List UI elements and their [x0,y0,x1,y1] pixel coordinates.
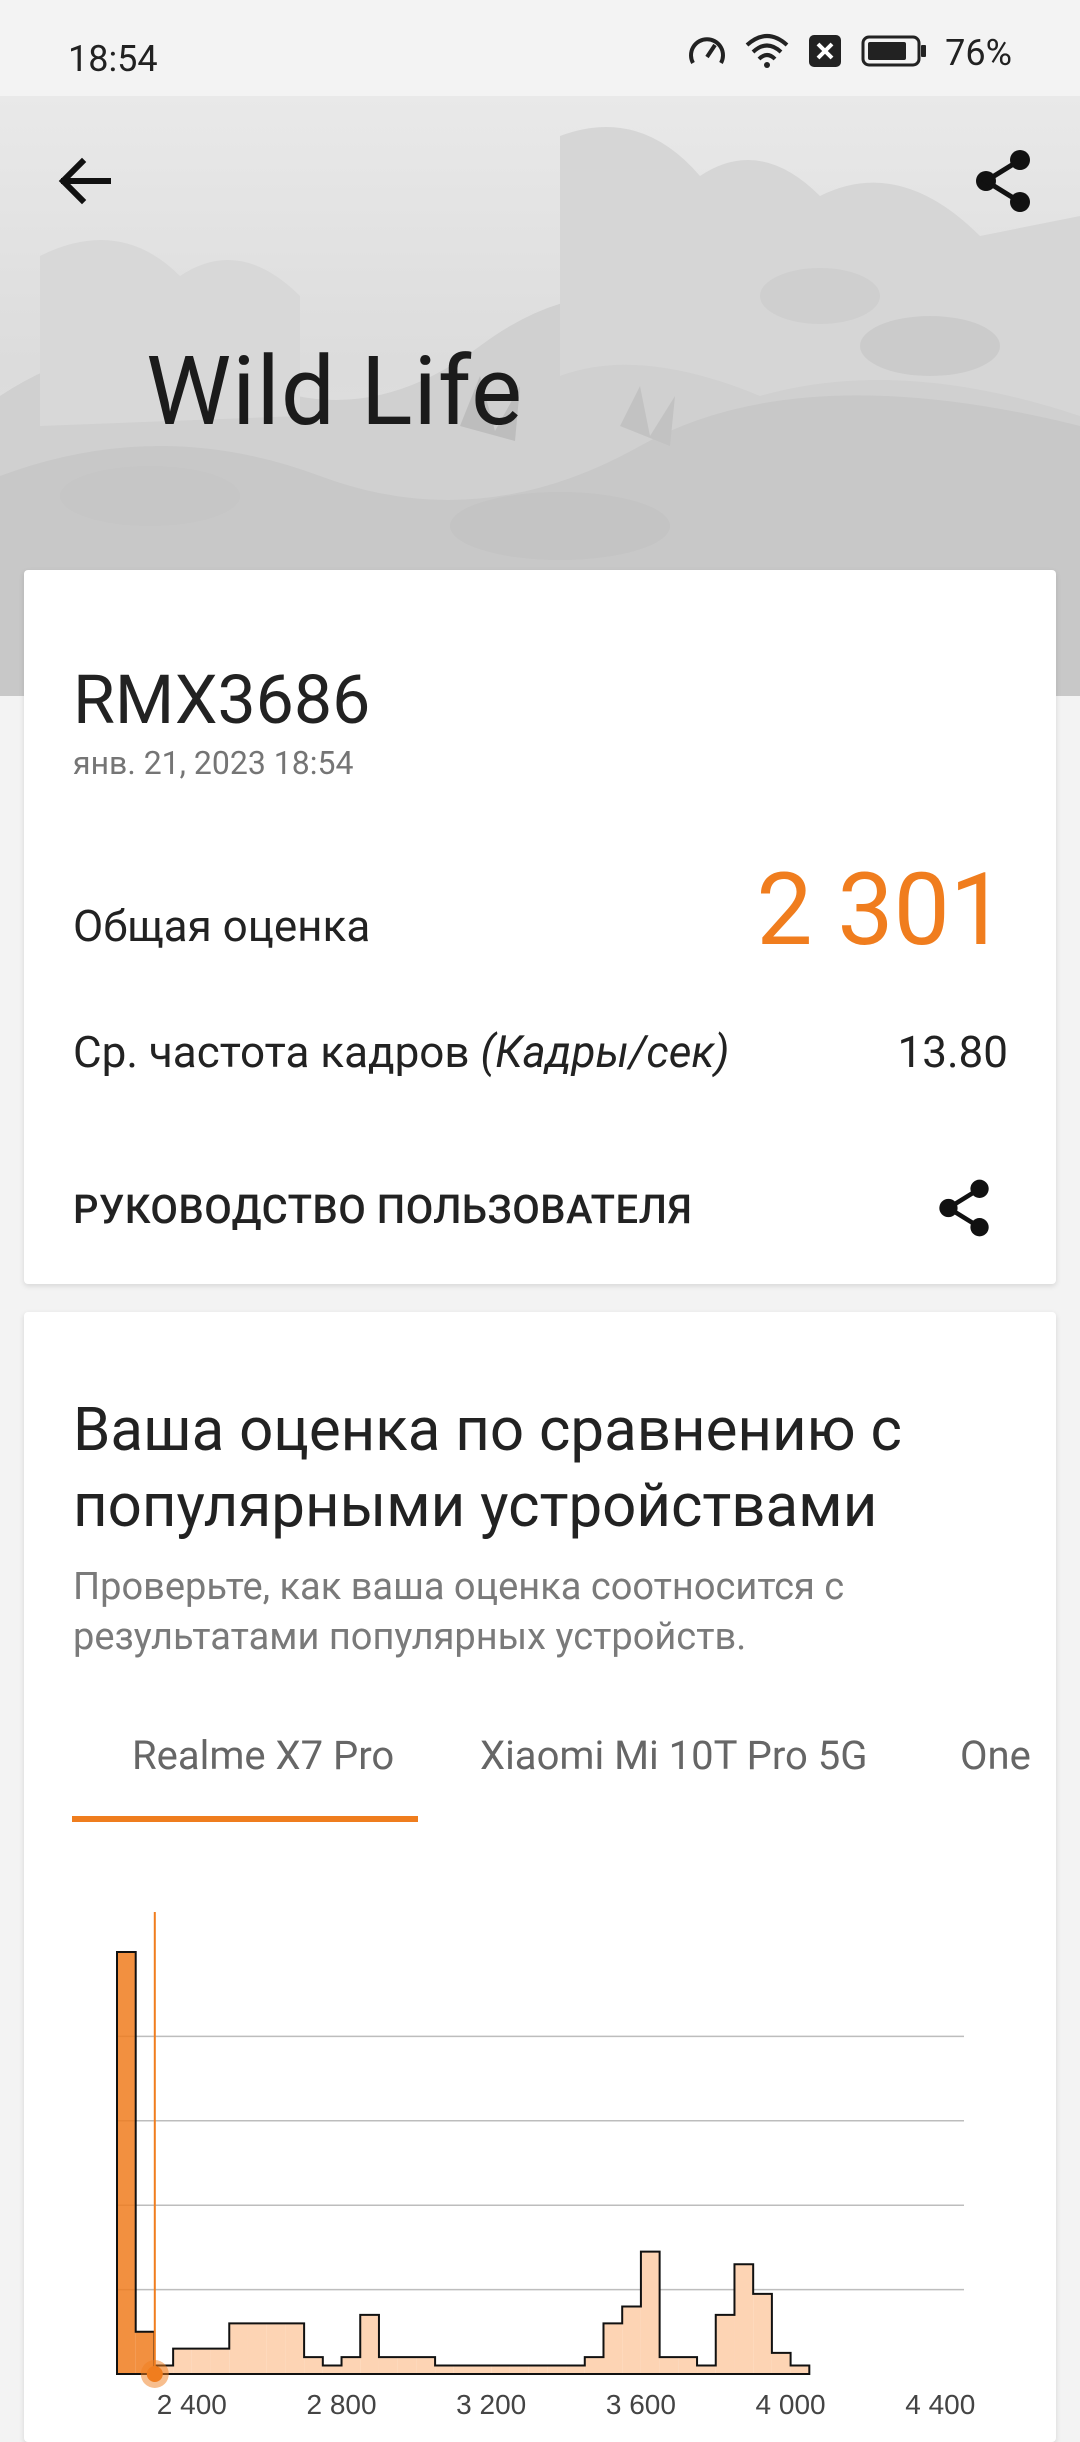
histogram-bar [341,2357,361,2374]
histogram-bar [622,2306,641,2374]
battery-percent: 76% [945,32,1012,74]
histogram-bar [397,2357,417,2374]
tab-indicator [72,1816,418,1822]
histogram-bar [734,2264,754,2374]
comparison-subtitle: Проверьте, как ваша оценка соотносится с… [73,1565,845,1659]
histogram-bar [229,2323,248,2374]
histogram-bar [117,1952,136,2374]
comparison-title: Ваша оценка по сравнению с популярными у… [73,1394,902,1541]
tab-xiaomi-mi-10t-pro[interactable]: Xiaomi Mi 10T Pro 5G [480,1732,868,1779]
user-guide-link[interactable]: РУКОВОДСТВО ПОЛЬЗОВАТЕЛЯ [73,1186,692,1233]
histogram-bar [640,2251,660,2374]
histogram-bar [435,2365,454,2374]
histogram-bar [566,2365,585,2374]
tab-one[interactable]: One [960,1732,1032,1779]
your-score-marker [146,2366,163,2382]
histogram-bar [790,2365,810,2374]
status-bar: 18:54 76% [0,0,1080,96]
histogram-bar [266,2323,286,2374]
notification-x-icon [807,33,843,73]
result-card: RMX3686 янв. 21, 2023 18:54 Общая оценка… [24,570,1056,1284]
overall-score-label: Общая оценка [73,900,371,952]
x-tick-label: 3 200 [456,2389,526,2420]
fps-label-text: Ср. частота кадров [73,1026,470,1078]
histogram-bar [753,2293,772,2374]
histogram-bar [191,2348,211,2374]
share-button[interactable] [968,146,1038,216]
histogram-bar [678,2357,698,2374]
share-result-button[interactable] [932,1176,996,1240]
histogram-bar [603,2323,623,2374]
score-histogram: 2 400 2 800 3 200 3 600 4 000 4 400 [116,1912,975,2420]
x-tick-label: 4 400 [905,2389,975,2420]
histogram-bar [509,2365,529,2374]
speedometer-icon [687,33,727,73]
share-icon [939,1179,989,1237]
histogram-bar [584,2357,604,2374]
fps-label: Ср. частота кадров (Кадры/сек) [73,1026,729,1078]
tab-realme-x7-pro[interactable]: Realme X7 Pro [132,1732,394,1779]
histogram-bar [472,2365,492,2374]
device-tabs: Realme X7 Pro Xiaomi Mi 10T Pro 5G One [72,1732,1032,1822]
benchmark-title: Wild Life [146,336,524,448]
histogram-bar [416,2357,436,2374]
x-tick-label: 4 000 [756,2389,826,2420]
histogram-bar [528,2365,548,2374]
histogram-bar [453,2365,473,2374]
histogram-bar [173,2348,192,2374]
fps-value: 13.80 [897,1026,1008,1078]
x-tick-label: 2 400 [157,2389,227,2420]
histogram-bar [285,2323,305,2374]
histogram-outline [116,1951,811,2375]
histogram-bar [715,2314,735,2374]
x-tick-label: 2 800 [306,2389,376,2420]
histogram-bar [378,2357,398,2374]
result-date: янв. 21, 2023 18:54 [73,744,354,782]
histogram-bar [210,2348,230,2374]
back-arrow-icon [58,157,111,205]
histogram-bar [697,2365,716,2374]
fps-unit: (Кадры/сек) [480,1026,730,1078]
histogram-bar [771,2352,791,2374]
histogram-bar [659,2357,679,2374]
histogram-bar [322,2365,342,2374]
histogram-bar [247,2323,267,2374]
overall-score-value: 2 301 [756,852,1006,969]
x-tick-label: 3 600 [606,2389,676,2420]
battery-icon [861,33,927,73]
comparison-card: Ваша оценка по сравнению с популярными у… [24,1312,1056,2442]
device-name: RMX3686 [73,660,371,740]
share-icon [976,150,1030,212]
histogram-bar [304,2357,323,2374]
status-time: 18:54 [68,38,158,80]
histogram-bar [547,2365,567,2374]
histogram-bar [360,2314,379,2374]
wifi-icon [745,33,789,73]
histogram-bar [491,2365,510,2374]
back-button[interactable] [50,146,120,216]
status-icons: 76% [687,32,1012,74]
